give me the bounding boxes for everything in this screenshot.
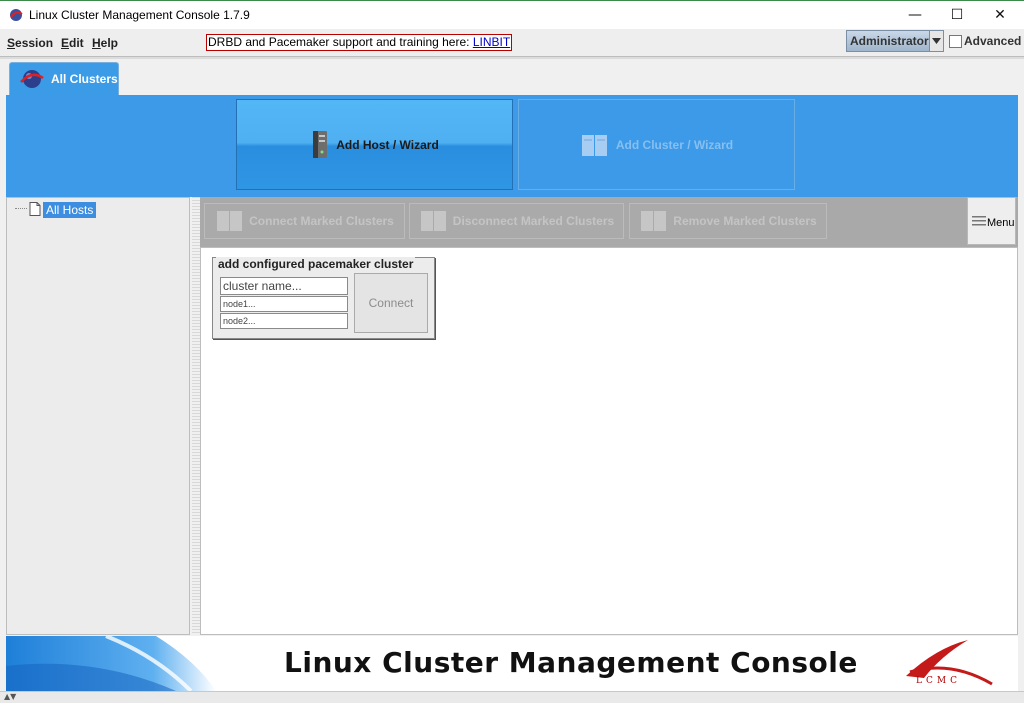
add-cluster-wizard-label: Add Cluster / Wizard xyxy=(615,137,734,152)
wizard-panel: Add Host / Wizard Add Cluster / Wizard xyxy=(6,95,1018,197)
split-pane-divider[interactable] xyxy=(192,197,200,635)
footer-banner: Linux Cluster Management Console LCMC xyxy=(6,636,1018,691)
remove-marked-clusters-label: Remove Marked Clusters xyxy=(673,214,817,228)
linbit-link[interactable]: LINBIT xyxy=(473,35,510,49)
collapse-arrows-icon[interactable]: ▲▼ xyxy=(4,692,16,701)
cluster-name-input[interactable] xyxy=(220,277,348,295)
node1-input[interactable] xyxy=(220,296,348,312)
title-bar: Linux Cluster Management Console 1.7.9 —… xyxy=(0,0,1024,29)
add-host-wizard-label: Add Host / Wizard xyxy=(336,137,439,152)
tab-all-clusters-label: All Clusters xyxy=(51,72,118,86)
banner-swoosh-graphic xyxy=(6,636,226,691)
hamburger-icon xyxy=(972,216,986,226)
menu-edit[interactable]: Edit xyxy=(61,36,84,50)
tree-item-all-hosts[interactable]: All Hosts xyxy=(43,202,97,218)
configured-cluster-panel: add configured pacemaker cluster Connect xyxy=(212,257,435,339)
app-icon xyxy=(10,9,23,21)
close-icon: ✕ xyxy=(994,7,1006,23)
minimize-icon: — xyxy=(908,7,922,23)
user-mode-value: Administrator xyxy=(847,31,929,51)
status-bar: ▲▼ xyxy=(0,691,1024,703)
chevron-down-icon[interactable] xyxy=(928,31,943,51)
servers-icon xyxy=(420,211,446,231)
window-title: Linux Cluster Management Console 1.7.9 xyxy=(29,8,250,22)
connect-marked-clusters-button[interactable]: Connect Marked Clusters xyxy=(204,203,405,239)
user-mode-select[interactable]: Administrator xyxy=(846,30,944,52)
close-button[interactable]: ✕ xyxy=(977,1,1023,29)
configured-cluster-title: add configured pacemaker cluster xyxy=(216,257,416,271)
menu-button[interactable]: Menu xyxy=(967,197,1016,245)
connect-button[interactable]: Connect xyxy=(354,273,428,333)
support-banner: DRBD and Pacemaker support and training … xyxy=(206,34,513,51)
minimize-button[interactable]: — xyxy=(892,1,938,29)
menu-divider xyxy=(0,56,1024,59)
support-text: DRBD and Pacemaker support and training … xyxy=(208,35,473,49)
add-cluster-wizard-button[interactable]: Add Cluster / Wizard xyxy=(518,99,795,190)
node2-input[interactable] xyxy=(220,313,348,329)
menu-button-label: Menu xyxy=(987,217,1015,229)
servers-icon xyxy=(641,211,667,231)
cluster-toolbar: Connect Marked Clusters Disconnect Marke… xyxy=(200,197,1018,247)
tab-all-clusters[interactable]: All Clusters xyxy=(9,62,119,95)
all-clusters-icon xyxy=(20,70,44,88)
menu-help[interactable]: Help xyxy=(92,36,118,50)
disconnect-marked-clusters-label: Disconnect Marked Clusters xyxy=(452,214,615,228)
maximize-button[interactable]: ☐ xyxy=(934,1,980,29)
hosts-tree: All Hosts xyxy=(6,197,190,635)
logo-text: LCMC xyxy=(916,676,961,686)
server-icon xyxy=(313,130,328,158)
maximize-icon: ☐ xyxy=(950,7,964,23)
servers-icon xyxy=(217,211,243,231)
remove-marked-clusters-button[interactable]: Remove Marked Clusters xyxy=(629,203,827,239)
advanced-checkbox[interactable] xyxy=(949,35,962,48)
footer-title: Linux Cluster Management Console xyxy=(284,646,858,679)
tree-connector xyxy=(15,208,27,210)
add-host-wizard-button[interactable]: Add Host / Wizard xyxy=(236,99,513,190)
servers-icon xyxy=(581,134,607,156)
advanced-label: Advanced xyxy=(964,34,1022,48)
connect-marked-clusters-label: Connect Marked Clusters xyxy=(249,214,394,228)
document-icon xyxy=(29,202,41,216)
disconnect-marked-clusters-button[interactable]: Disconnect Marked Clusters xyxy=(409,203,624,239)
menu-session[interactable]: Session xyxy=(7,36,53,50)
main-content: add configured pacemaker cluster Connect xyxy=(200,247,1018,635)
